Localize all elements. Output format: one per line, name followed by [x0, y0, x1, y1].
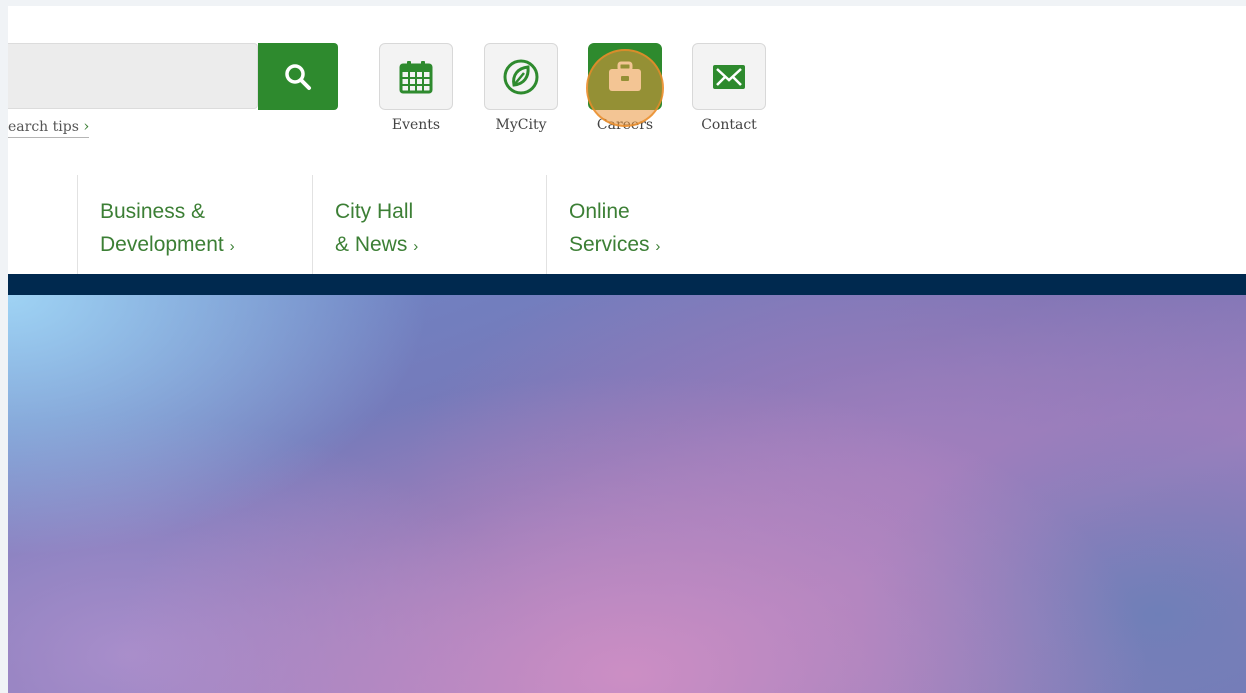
chevron-right-icon: › — [413, 238, 419, 255]
nav-item-label-line1: Business & — [100, 200, 206, 223]
quicklink-contact[interactable]: Contact — [690, 43, 768, 133]
search-icon — [285, 63, 311, 90]
nav-item-label-line2: Services › — [569, 233, 661, 256]
quicklink-careers-label: Careers — [596, 117, 654, 133]
chevron-right-icon: › — [655, 238, 661, 255]
search-tips-link[interactable]: earch tips › — [8, 117, 90, 138]
quicklink-events-label: Events — [391, 117, 441, 133]
quicklink-events[interactable]: Events — [377, 43, 455, 133]
envelope-icon — [713, 64, 745, 89]
nav-item-label-line1: Online — [569, 200, 630, 223]
quicklink-careers[interactable]: Careers — [586, 43, 664, 133]
quicklink-mycity[interactable]: MyCity — [482, 43, 560, 133]
nav-city-hall-news[interactable]: City Hall & News › — [312, 175, 546, 275]
quicklink-careers-tile — [588, 43, 662, 110]
nav-online-services[interactable]: Online Services › — [546, 175, 780, 275]
search-input[interactable] — [8, 43, 258, 109]
nav-item-label-line2: & News › — [335, 233, 419, 256]
calendar-icon — [399, 60, 433, 93]
quicklink-mycity-label: MyCity — [495, 117, 547, 133]
hero-banner-image — [8, 295, 1246, 693]
chevron-right-icon: › — [83, 117, 90, 135]
chevron-right-icon: › — [229, 238, 235, 255]
search-button[interactable] — [258, 43, 338, 110]
leaf-icon — [503, 59, 539, 94]
quicklink-contact-label: Contact — [701, 117, 757, 133]
nav-item-label-line1: City Hall — [335, 200, 414, 223]
nav-divider-bar — [8, 274, 1246, 295]
quicklink-contact-tile — [692, 43, 766, 110]
briefcase-icon — [609, 61, 641, 91]
nav-business-development[interactable]: Business & Development › — [77, 175, 312, 275]
quicklink-events-tile — [379, 43, 453, 110]
page: earch tips › Events MyCity Careers Conta… — [8, 6, 1246, 693]
search-tips-label: earch tips — [8, 119, 79, 135]
nav-item-label-line2: Development › — [100, 233, 235, 256]
quicklink-mycity-tile — [484, 43, 558, 110]
